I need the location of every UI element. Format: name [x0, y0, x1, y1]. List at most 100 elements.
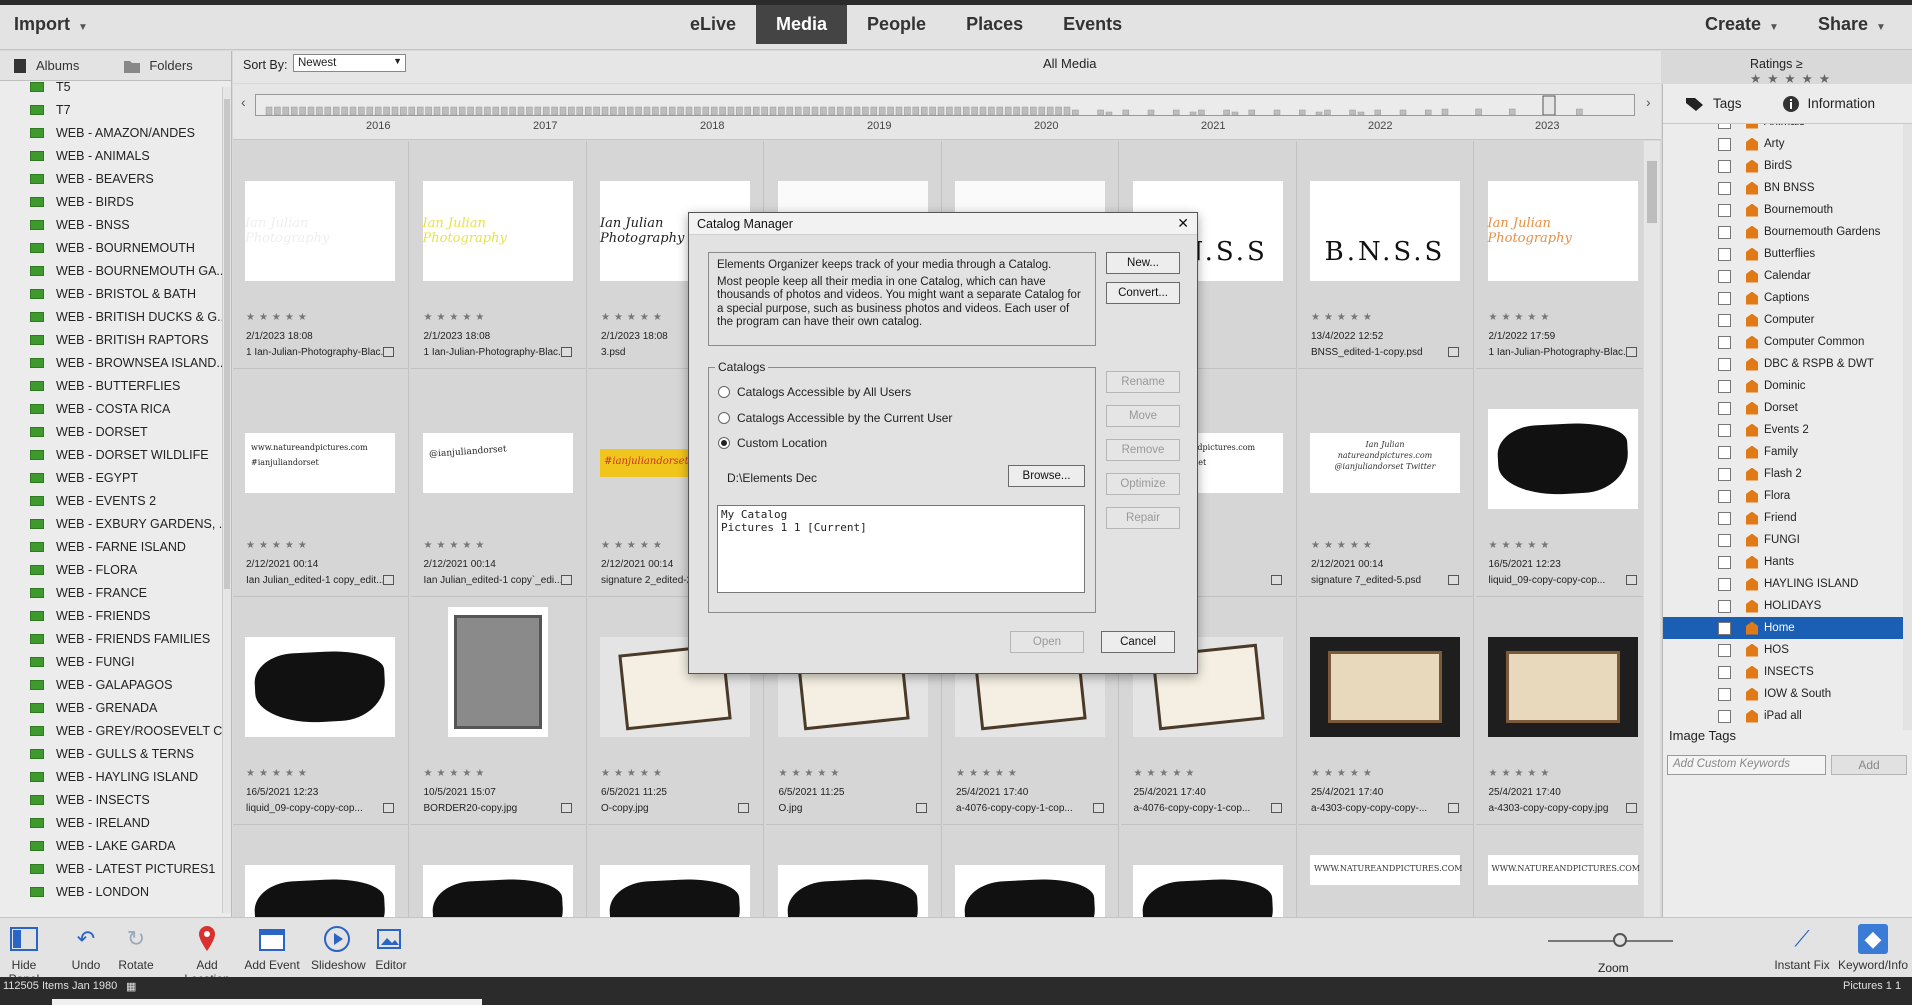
thumbnail[interactable]: [1310, 637, 1460, 737]
tag-checkbox[interactable]: [1718, 401, 1731, 415]
tag-item[interactable]: BN BNSS: [1663, 177, 1903, 199]
media-cell[interactable]: [1121, 825, 1297, 917]
tag-item[interactable]: FUNGI: [1663, 529, 1903, 551]
rating-stars[interactable]: ★★★★★: [246, 312, 311, 323]
album-item[interactable]: WEB - BIRDS: [0, 190, 222, 213]
tag-item[interactable]: IOW & South: [1663, 683, 1903, 705]
tag-item[interactable]: Computer Common: [1663, 331, 1903, 353]
thumbnail[interactable]: [1487, 637, 1638, 737]
thumbnail[interactable]: [1132, 865, 1283, 917]
album-item[interactable]: WEB - BRITISH DUCKS & G...: [0, 305, 222, 328]
timeline-marker[interactable]: [1542, 95, 1556, 115]
tag-checkbox[interactable]: [1718, 269, 1731, 283]
media-cell[interactable]: ★★★★★ 25/4/2021 17:40 a-4303-copy-copy-cop…: [1298, 597, 1474, 825]
editor-button[interactable]: Editor: [370, 924, 412, 972]
media-cell[interactable]: Ian Julian Photography ★★★★★ 2/1/2022 17:5…: [1475, 141, 1643, 369]
custom-keyword-input[interactable]: Add Custom Keywords: [1667, 755, 1826, 775]
album-item[interactable]: WEB - GULLS & TERNS: [0, 742, 222, 765]
rating-stars[interactable]: ★★★★★: [601, 540, 666, 551]
tag-checkbox[interactable]: [1718, 247, 1731, 261]
tag-item[interactable]: BirdS: [1663, 155, 1903, 177]
browse-button[interactable]: Browse...: [1008, 465, 1085, 487]
tag-item[interactable]: Family: [1663, 441, 1903, 463]
timeline-left-arrow-icon[interactable]: ‹: [241, 94, 246, 110]
timeline-track[interactable]: [255, 94, 1635, 116]
album-item[interactable]: WEB - EGYPT: [0, 466, 222, 489]
rating-stars[interactable]: ★★★★★: [1489, 312, 1554, 323]
album-item[interactable]: WEB - BNSS: [0, 213, 222, 236]
tag-item[interactable]: Flash 2: [1663, 463, 1903, 485]
album-item[interactable]: WEB - FRANCE: [0, 581, 222, 604]
convert-button[interactable]: Convert...: [1106, 282, 1180, 304]
album-item[interactable]: WEB - BOURNEMOUTH GA...: [0, 259, 222, 282]
thumbnail[interactable]: www.natureandpictures.com #ianjuliandorse…: [245, 433, 395, 493]
thumbnail[interactable]: [600, 865, 750, 917]
thumbnail[interactable]: WWW.NATUREANDPICTURES.COM: [1310, 855, 1463, 885]
media-cell[interactable]: Ian Julian Photography ★★★★★ 2/1/2023 18:0…: [233, 141, 409, 369]
tag-item[interactable]: Hants: [1663, 551, 1903, 573]
tab-events[interactable]: Events: [1043, 5, 1142, 44]
thumbnail[interactable]: Ian Julian Photography: [245, 181, 395, 281]
media-cell[interactable]: WWW.NATUREANDPICTURES.COM: [1298, 825, 1474, 917]
new-catalog-button[interactable]: New...: [1106, 252, 1180, 274]
tag-item[interactable]: Dominic: [1663, 375, 1903, 397]
media-cell[interactable]: [411, 825, 587, 917]
tag-item[interactable]: Calendar: [1663, 265, 1903, 287]
album-item[interactable]: T5: [0, 75, 222, 98]
radio-button-icon[interactable]: [718, 412, 730, 424]
tag-checkbox[interactable]: [1718, 467, 1731, 481]
album-item[interactable]: WEB - EXBURY GARDENS, ...: [0, 512, 222, 535]
add-event-button[interactable]: Add Event: [244, 924, 300, 972]
tag-checkbox[interactable]: [1718, 313, 1731, 327]
thumbnail[interactable]: [447, 607, 548, 737]
tag-checkbox[interactable]: [1718, 225, 1731, 239]
tag-checkbox[interactable]: [1718, 335, 1731, 349]
tag-item[interactable]: INSECTS: [1663, 661, 1903, 683]
keyword-info-button[interactable]: ◆ Keyword/Info: [1838, 924, 1908, 972]
album-item[interactable]: T7: [0, 98, 222, 121]
thumbnail[interactable]: B.N.S.S: [1310, 181, 1460, 281]
thumbnail[interactable]: [955, 865, 1105, 917]
tag-checkbox[interactable]: [1718, 137, 1731, 151]
thumbnail[interactable]: @ianjuliandorset: [422, 433, 573, 493]
thumbnail[interactable]: [245, 865, 395, 917]
thumbnail[interactable]: WWW.NATUREANDPICTURES.COM: [1487, 855, 1640, 885]
tag-item[interactable]: HOLIDAYS: [1663, 595, 1903, 617]
media-cell[interactable]: Ian Julian natureandpictures.com @ianjulia…: [1298, 369, 1474, 597]
rating-stars[interactable]: ★★★★★: [1489, 768, 1554, 779]
tag-checkbox[interactable]: [1718, 577, 1731, 591]
cancel-button[interactable]: Cancel: [1101, 631, 1175, 653]
tag-checkbox[interactable]: [1718, 555, 1731, 569]
album-item[interactable]: WEB - BOURNEMOUTH: [0, 236, 222, 259]
ratings-filter[interactable]: Ratings ≥ ★★★★★: [1750, 57, 1836, 86]
open-button[interactable]: Open: [1010, 631, 1084, 653]
undo-button[interactable]: ↶ Undo: [64, 924, 108, 972]
radio-current-user[interactable]: Catalogs Accessible by the Current User: [718, 411, 952, 425]
media-cell[interactable]: @ianjuliandorset ★★★★★ 2/12/2021 00:14 Ian …: [410, 369, 587, 597]
close-icon[interactable]: ✕: [1177, 215, 1189, 232]
thumbnail[interactable]: Ian Julian Photography: [422, 181, 573, 281]
add-keyword-button[interactable]: Add: [1831, 755, 1907, 775]
thumbnail[interactable]: [245, 637, 395, 737]
tag-item[interactable]: Events 2: [1663, 419, 1903, 441]
album-item[interactable]: WEB - DORSET: [0, 420, 222, 443]
catalog-list[interactable]: My Catalog Pictures 1 1 [Current]: [717, 505, 1085, 593]
rating-stars[interactable]: ★★★★★: [601, 768, 666, 779]
rotate-button[interactable]: ↻ Rotate: [114, 924, 158, 972]
radio-button-icon[interactable]: [718, 437, 730, 449]
album-item[interactable]: WEB - FUNGI: [0, 650, 222, 673]
media-cell[interactable]: [233, 825, 409, 917]
scroll-thumb[interactable]: [224, 99, 230, 589]
repair-button[interactable]: Repair: [1106, 507, 1180, 529]
album-item[interactable]: WEB - COSTA RICA: [0, 397, 222, 420]
media-cell[interactable]: www.natureandpictures.com #ianjuliandorse…: [233, 369, 409, 597]
tag-item[interactable]: Butterflies: [1663, 243, 1903, 265]
media-cell[interactable]: ★★★★★ 10/5/2021 15:07 BORDER20-copy.jpg: [410, 597, 587, 825]
media-grid-scrollbar[interactable]: [1644, 141, 1660, 917]
album-item[interactable]: WEB - GREY/ROOSEVELT C...: [0, 719, 222, 742]
album-item[interactable]: WEB - BRISTOL & BATH: [0, 282, 222, 305]
album-item[interactable]: WEB - EVENTS 2: [0, 489, 222, 512]
tag-item[interactable]: HAYLING ISLAND: [1663, 573, 1903, 595]
rating-stars[interactable]: ★★★★★: [424, 540, 489, 551]
tag-checkbox[interactable]: [1718, 181, 1731, 195]
